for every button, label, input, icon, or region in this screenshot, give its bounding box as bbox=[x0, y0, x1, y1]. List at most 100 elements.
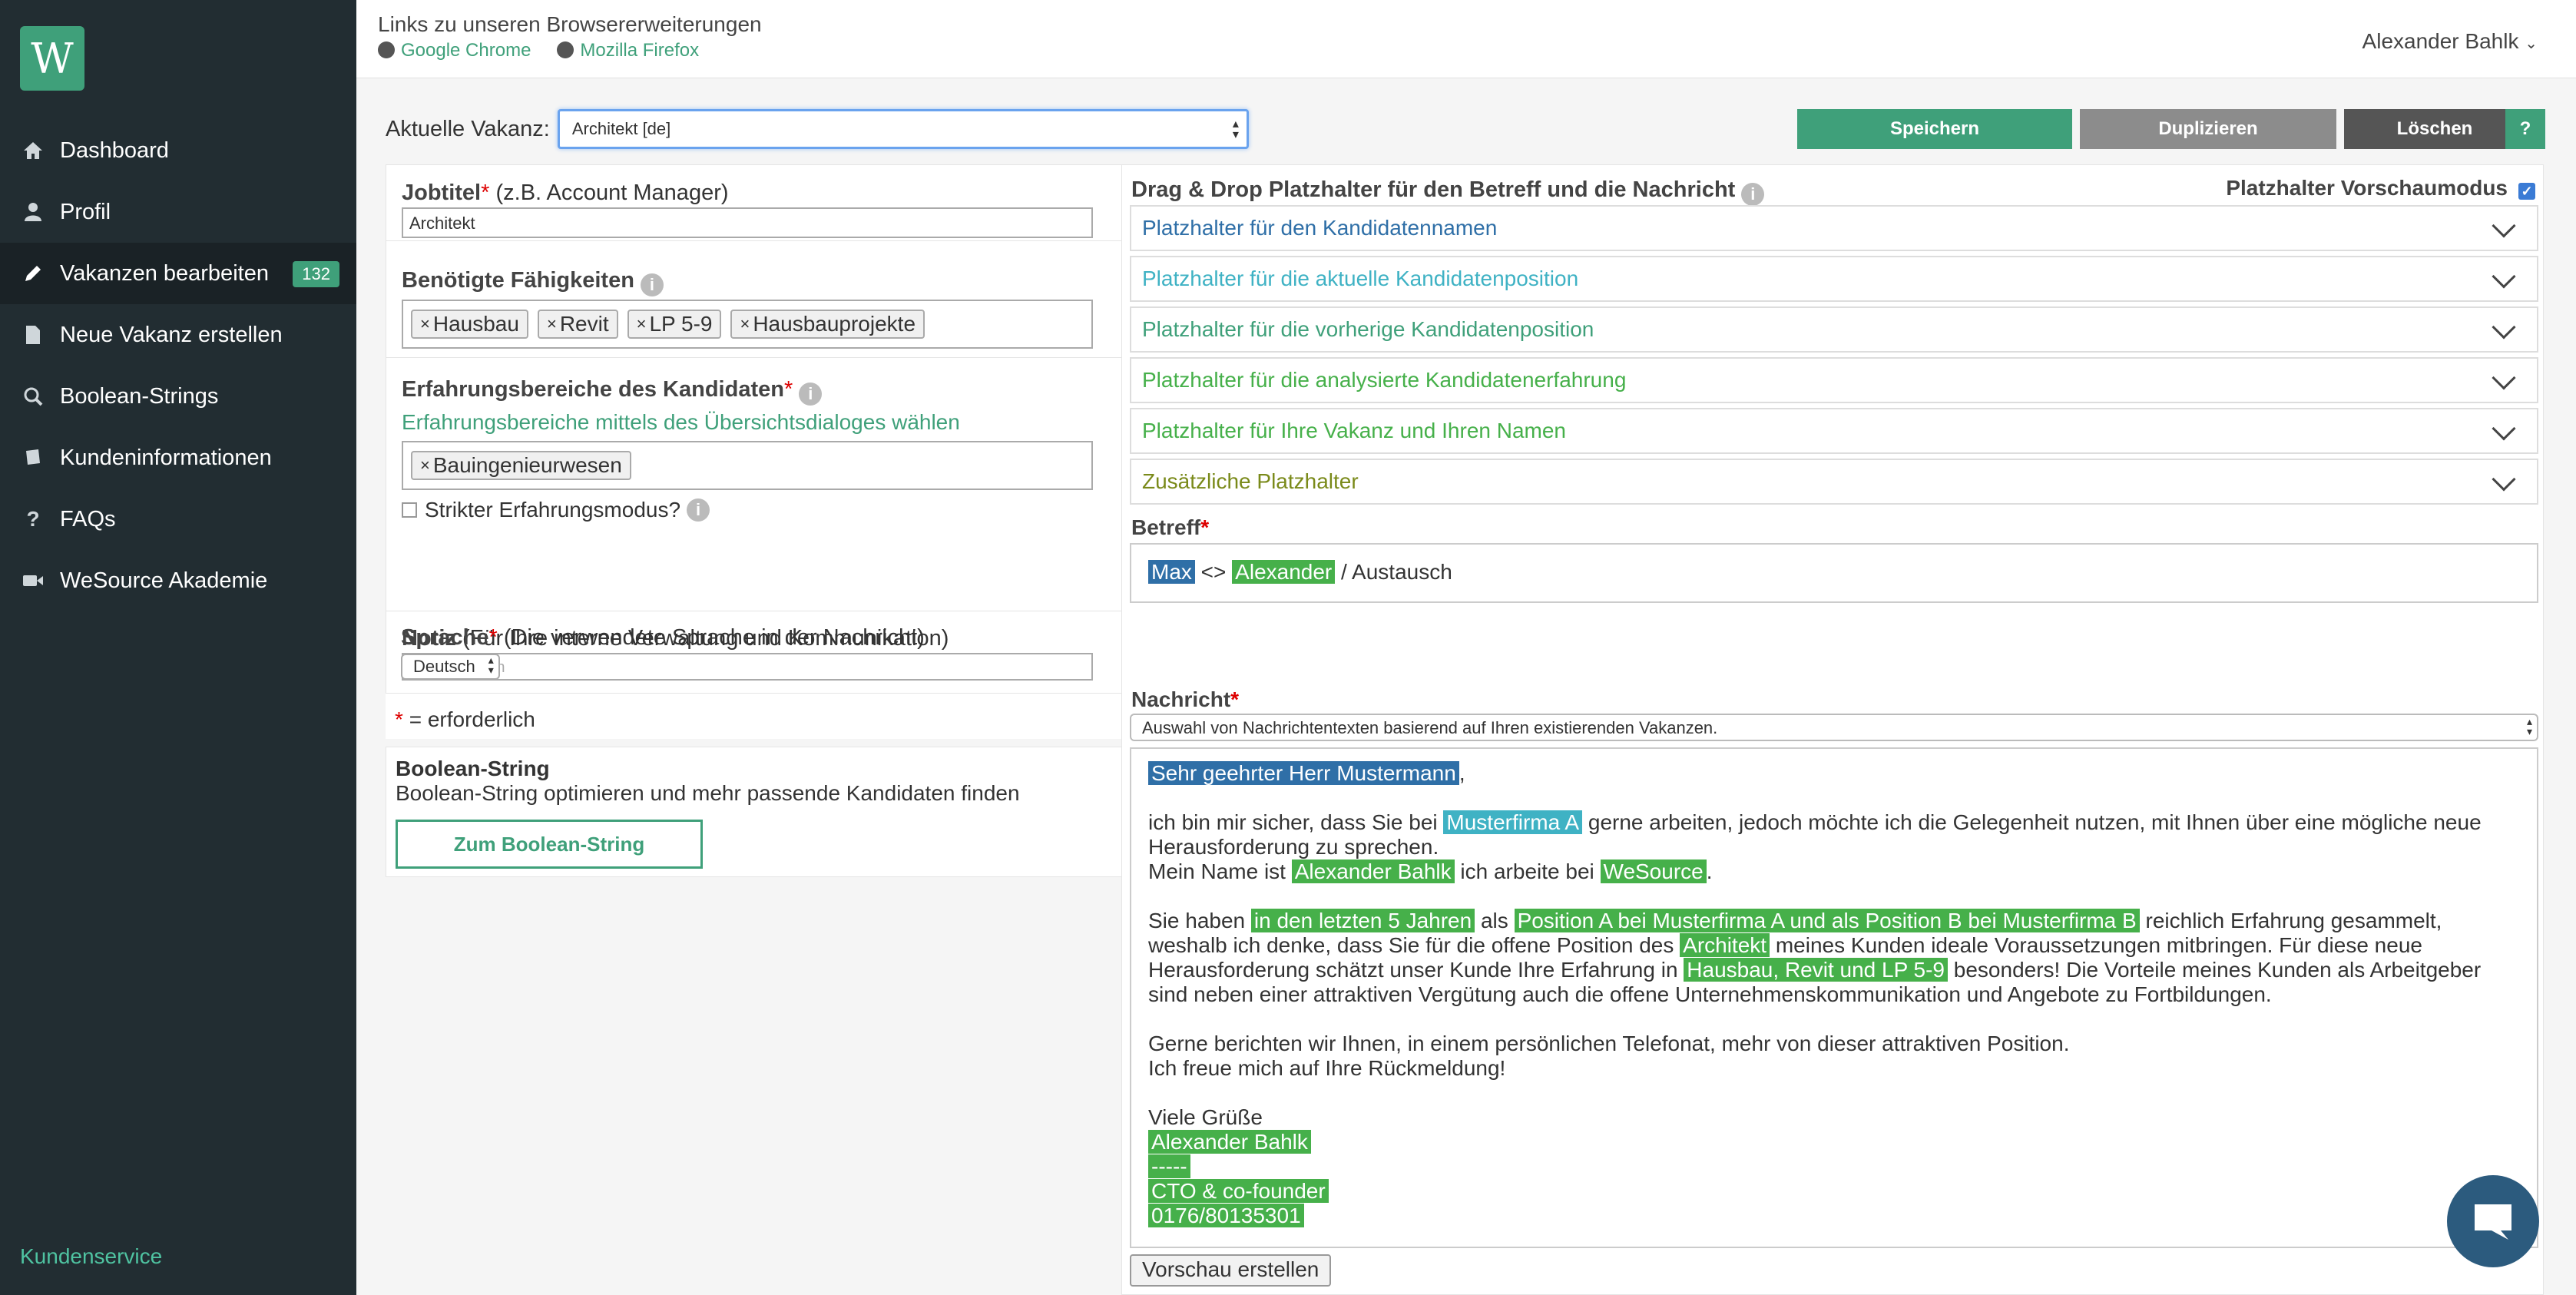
preview-mode-checkbox[interactable]: ✓ bbox=[2518, 183, 2535, 200]
message-template-select[interactable]: Auswahl von Nachrichtentexten basierend … bbox=[1130, 714, 2538, 741]
remove-tag-icon[interactable]: × bbox=[547, 314, 557, 334]
file-icon bbox=[22, 323, 45, 346]
info-icon[interactable]: i bbox=[1741, 183, 1765, 206]
placeholder-section-current-position[interactable]: Platzhalter für die aktuelle Kandidatenp… bbox=[1130, 256, 2538, 302]
pencil-icon bbox=[22, 262, 45, 285]
sidebar-item-vakanzen-bearbeiten[interactable]: Vakanzen bearbeiten 132 bbox=[0, 243, 356, 304]
section-label: Platzhalter für den Kandidatennamen bbox=[1142, 216, 1498, 240]
subject-text: / Austausch bbox=[1335, 560, 1452, 584]
book-icon bbox=[22, 446, 45, 469]
placeholder-chip[interactable]: Sehr geehrter Herr Mustermann bbox=[1148, 761, 1459, 785]
remove-tag-icon[interactable]: × bbox=[420, 314, 430, 334]
extension-links: Google Chrome Mozilla Firefox bbox=[378, 40, 699, 61]
remove-tag-icon[interactable]: × bbox=[740, 314, 750, 334]
message-text: meines Kunden ideale Voraussetzungen mit… bbox=[1770, 933, 2422, 957]
message-text: Sie haben bbox=[1148, 909, 1251, 932]
signature-chip[interactable]: ----- bbox=[1148, 1154, 1190, 1178]
logo[interactable]: W bbox=[20, 26, 84, 91]
info-icon[interactable]: i bbox=[687, 498, 710, 522]
select-arrows-icon: ▴ ▾ bbox=[2526, 715, 2532, 737]
experience-tag[interactable]: × Bauingenieurwesen bbox=[411, 451, 631, 480]
sidebar-item-faqs[interactable]: ? FAQs bbox=[0, 489, 356, 550]
save-button[interactable]: Speichern bbox=[1797, 109, 2072, 149]
message-text: Viele Grüße bbox=[1148, 1105, 1263, 1129]
select-arrows-icon: ▴ ▾ bbox=[488, 654, 494, 676]
delete-button[interactable]: Löschen bbox=[2344, 109, 2525, 149]
vakanz-label: Aktuelle Vakanz: bbox=[386, 116, 550, 141]
template-select-value: Auswahl von Nachrichtentexten basierend … bbox=[1142, 718, 1718, 737]
signature-chip[interactable]: Alexander Bahlk bbox=[1148, 1130, 1311, 1154]
tag-label: Revit bbox=[559, 312, 609, 336]
sidebar-item-label: Neue Vakanz erstellen bbox=[60, 322, 283, 347]
message-text: Gerne berichten wir Ihnen, in einem pers… bbox=[1148, 1032, 2070, 1055]
chevron-down-icon bbox=[2492, 366, 2516, 390]
placeholder-section-candidate-name[interactable]: Platzhalter für den Kandidatennamen bbox=[1130, 205, 2538, 251]
sidebar-item-akademie[interactable]: WeSource Akademie bbox=[0, 550, 356, 611]
message-text: sind neben einer attraktiven Vergütung a… bbox=[1148, 982, 2272, 1006]
chrome-icon bbox=[378, 41, 395, 58]
preview-button[interactable]: Vorschau erstellen bbox=[1130, 1254, 1332, 1287]
kundenservice-link[interactable]: Kundenservice bbox=[20, 1244, 162, 1269]
placeholder-section-vakanz-name[interactable]: Platzhalter für Ihre Vakanz und Ihren Na… bbox=[1130, 408, 2538, 454]
chat-widget-button[interactable] bbox=[2447, 1175, 2539, 1267]
chevron-down-icon bbox=[2492, 315, 2516, 339]
placeholder-chip[interactable]: Position A bei Musterfirma A und als Pos… bbox=[1514, 909, 2140, 932]
skills-tag-input[interactable]: × Hausbau × Revit × LP 5-9 × Hausbauprojekte bbox=[402, 300, 1093, 349]
placeholder-chip[interactable]: Architekt bbox=[1680, 933, 1770, 957]
message-text: als bbox=[1475, 909, 1515, 932]
subject-label: Betreff* bbox=[1131, 515, 1210, 539]
message-text: gerne arbeiten, jedoch möchte ich die Ge… bbox=[1582, 810, 2482, 834]
strict-mode-checkbox[interactable] bbox=[402, 502, 417, 518]
signature-chip[interactable]: CTO & co-founder bbox=[1148, 1179, 1329, 1203]
duplicate-button[interactable]: Duplizieren bbox=[2080, 109, 2336, 149]
experience-tag-input[interactable]: × Bauingenieurwesen bbox=[402, 441, 1093, 490]
sidebar-item-label: Dashboard bbox=[60, 137, 169, 163]
boolean-button[interactable]: Zum Boolean-String bbox=[396, 820, 703, 869]
subject-input[interactable]: Max <> Alexander / Austausch bbox=[1130, 543, 2538, 603]
message-editor[interactable]: Sehr geehrter Herr Mustermann, ich bin m… bbox=[1130, 747, 2538, 1248]
skill-tag[interactable]: × Hausbauprojekte bbox=[730, 310, 925, 339]
message-text: weshalb ich denke, dass Sie für die offe… bbox=[1148, 933, 1680, 957]
sidebar-item-boolean-strings[interactable]: Boolean-Strings bbox=[0, 366, 356, 427]
placeholder-section-experience[interactable]: Platzhalter für die analysierte Kandidat… bbox=[1130, 357, 2538, 403]
placeholder-chip[interactable]: Alexander bbox=[1232, 560, 1336, 584]
tag-label: Hausbauprojekte bbox=[753, 312, 916, 336]
help-button[interactable]: ? bbox=[2505, 109, 2545, 149]
firefox-link[interactable]: Mozilla Firefox bbox=[557, 40, 699, 61]
vakanz-select[interactable]: Architekt [de] ▴ ▾ bbox=[557, 109, 1249, 149]
strict-mode-label: Strikter Erfahrungsmodus? bbox=[425, 498, 681, 522]
section-label: Zusätzliche Platzhalter bbox=[1142, 469, 1359, 493]
skill-tag[interactable]: × Revit bbox=[537, 310, 618, 339]
placeholder-chip[interactable]: WeSource bbox=[1600, 859, 1707, 883]
placeholder-section-previous-position[interactable]: Platzhalter für die vorherige Kandidaten… bbox=[1130, 306, 2538, 353]
signature-chip[interactable]: 0176/80135301 bbox=[1148, 1204, 1304, 1227]
preview-mode-label: Platzhalter Vorschaumodus bbox=[2226, 176, 2508, 200]
skill-tag[interactable]: × LP 5-9 bbox=[627, 310, 722, 339]
sidebar-item-kundeninformationen[interactable]: Kundeninformationen bbox=[0, 427, 356, 489]
language-select[interactable]: Deutsch ▴ ▾ bbox=[401, 654, 500, 680]
placeholder-chip[interactable]: Musterfirma A bbox=[1443, 810, 1583, 834]
chrome-link[interactable]: Google Chrome bbox=[378, 40, 531, 61]
placeholder-chip[interactable]: Hausbau, Revit und LP 5-9 bbox=[1684, 958, 1948, 982]
info-icon[interactable]: i bbox=[799, 383, 823, 406]
user-menu[interactable]: Alexander Bahlk ⌄ bbox=[2362, 29, 2538, 54]
remove-tag-icon[interactable]: × bbox=[637, 314, 647, 334]
message-panel: Drag & Drop Platzhalter für den Betreff … bbox=[1121, 164, 2544, 1295]
info-icon[interactable]: i bbox=[640, 273, 664, 296]
jobtitle-input[interactable]: Architekt bbox=[402, 207, 1093, 238]
sidebar-item-dashboard[interactable]: Dashboard bbox=[0, 120, 356, 181]
placeholders-header-text: Drag & Drop Platzhalter für den Betreff … bbox=[1131, 177, 1736, 202]
chat-icon bbox=[2475, 1204, 2511, 1240]
placeholder-chip[interactable]: Max bbox=[1148, 560, 1195, 584]
remove-tag-icon[interactable]: × bbox=[420, 455, 430, 475]
boolean-title: Boolean-String bbox=[396, 757, 550, 780]
placeholder-chip[interactable]: in den letzten 5 Jahren bbox=[1250, 909, 1475, 932]
vakanz-row: Aktuelle Vakanz: Architekt [de] ▴ ▾ bbox=[386, 109, 1249, 149]
sidebar-item-neue-vakanz[interactable]: Neue Vakanz erstellen bbox=[0, 304, 356, 366]
placeholder-chip[interactable]: Alexander Bahlk bbox=[1291, 859, 1455, 883]
message-label-text: Nachricht bbox=[1131, 687, 1231, 711]
sidebar-item-profil[interactable]: Profil bbox=[0, 181, 356, 243]
user-icon bbox=[22, 200, 45, 224]
skill-tag[interactable]: × Hausbau bbox=[411, 310, 528, 339]
placeholder-section-additional[interactable]: Zusätzliche Platzhalter bbox=[1130, 459, 2538, 505]
